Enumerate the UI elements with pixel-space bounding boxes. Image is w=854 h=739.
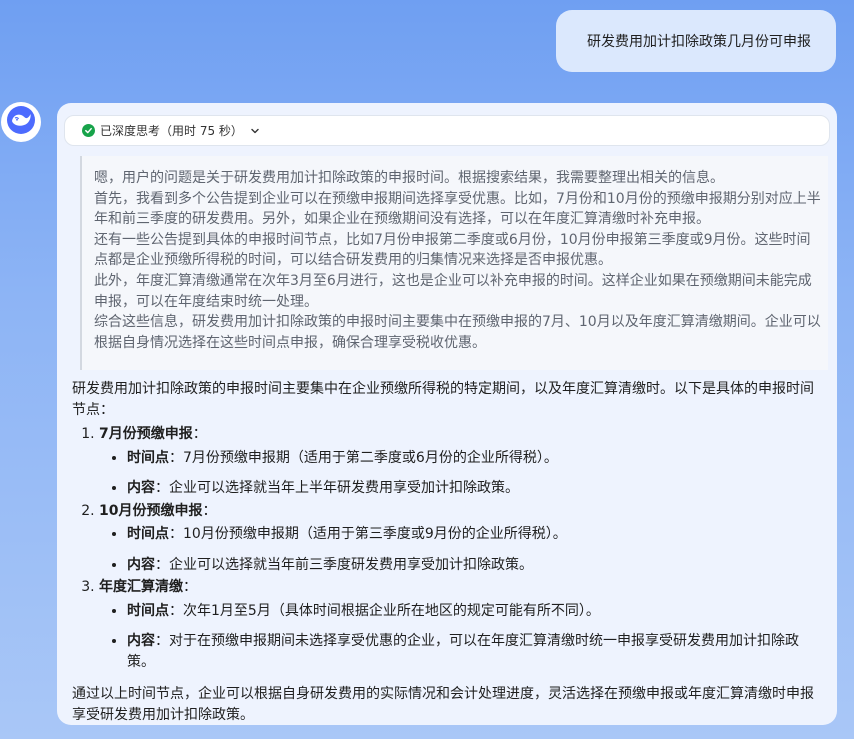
answer-closing: 通过以上时间节点，企业可以根据自身研发费用的实际情况和会计处理进度，灵活选择在预… bbox=[72, 686, 814, 723]
list-item: 年度汇算清缴： 时间点：次年1月至5月（具体时间根据企业所在地区的规定可能有所不… bbox=[99, 577, 820, 672]
sub-list: 时间点：7月份预缴申报期（适用于第二季度或6月份的企业所得税）。 内容：企业可以… bbox=[99, 448, 820, 499]
sub-list-item: 内容：企业可以选择就当年上半年研发费用享受加计扣除政策。 bbox=[127, 478, 820, 499]
sub-list-item: 时间点：10月份预缴申报期（适用于第三季度或9月份的企业所得税）。 bbox=[127, 524, 820, 545]
list-item: 7月份预缴申报： 时间点：7月份预缴申报期（适用于第二季度或6月份的企业所得税）… bbox=[99, 424, 820, 499]
reasoning-paragraph: 还有一些公告提到具体的申报时间节点，比如7月份申报第二季度或6月份，10月份申报… bbox=[94, 231, 811, 269]
list-item-title: 年度汇算清缴 bbox=[99, 579, 183, 595]
list-item: 10月份预缴申报： 时间点：10月份预缴申报期（适用于第三季度或9月份的企业所得… bbox=[99, 501, 820, 576]
reasoning-paragraph: 嗯，用户的问题是关于研发费用加计扣除政策的申报时间。根据搜索结果，我需要整理出相… bbox=[94, 170, 724, 186]
reasoning-paragraph: 首先，我看到多个公告提到企业可以在预缴申报期间选择享受优惠。比如，7月份和10月… bbox=[94, 190, 821, 228]
deep-think-toggle[interactable]: 已深度思考（用时 75 秒） bbox=[64, 115, 830, 146]
point-label: 时间点 bbox=[127, 526, 169, 542]
sub-list-item: 时间点：7月份预缴申报期（适用于第二季度或6月份的企业所得税）。 bbox=[127, 448, 820, 469]
answer-content: 研发费用加计扣除政策的申报时间主要集中在企业预缴所得税的特定期间，以及年度汇算清… bbox=[72, 379, 820, 725]
point-text: 次年1月至5月（具体时间根据企业所在地区的规定可能有所不同）。 bbox=[183, 602, 600, 619]
answer-intro: 研发费用加计扣除政策的申报时间主要集中在企业预缴所得税的特定期间，以及年度汇算清… bbox=[72, 381, 814, 418]
answer-list: 7月份预缴申报： 时间点：7月份预缴申报期（适用于第二季度或6月份的企业所得税）… bbox=[72, 424, 820, 672]
point-label: 时间点 bbox=[127, 449, 169, 466]
reasoning-paragraph: 综合这些信息，研发费用加计扣除政策的申报时间主要集中在预缴申报的7月、10月以及… bbox=[94, 314, 821, 351]
chevron-down-icon[interactable] bbox=[250, 126, 260, 136]
reasoning-content: 嗯，用户的问题是关于研发费用加计扣除政策的申报时间。根据搜索结果，我需要整理出相… bbox=[80, 156, 828, 370]
point-label: 内容 bbox=[127, 556, 155, 573]
sub-list: 时间点：10月份预缴申报期（适用于第三季度或9月份的企业所得税）。 内容：企业可… bbox=[99, 524, 820, 575]
sub-list-item: 内容：对于在预缴申报期间未选择享受优惠的企业，可以在年度汇算清缴时统一申报享受研… bbox=[127, 631, 820, 672]
point-text: 7月份预缴申报期（适用于第二季度或6月份的企业所得税）。 bbox=[183, 449, 558, 466]
sub-list-item: 内容：企业可以选择就当年前三季度研发费用享受加计扣除政策。 bbox=[127, 555, 820, 576]
point-text: 企业可以选择就当年前三季度研发费用享受加计扣除政策。 bbox=[169, 556, 533, 573]
assistant-avatar bbox=[1, 102, 41, 142]
sub-list-item: 时间点：次年1月至5月（具体时间根据企业所在地区的规定可能有所不同）。 bbox=[127, 601, 820, 622]
user-message-bubble: 研发费用加计扣除政策几月份可申报 bbox=[556, 10, 836, 72]
list-item-title: 10月份预缴申报 bbox=[99, 502, 203, 519]
reasoning-paragraph: 此外，年度汇算清缴通常在次年3月至6月进行，这也是企业可以补充申报的时间。这样企… bbox=[94, 272, 812, 310]
point-text: 对于在预缴申报期间未选择享受优惠的企业，可以在年度汇算清缴时统一申报享受研发费用… bbox=[127, 633, 799, 670]
deepseek-whale-icon bbox=[6, 105, 36, 139]
point-text: 10月份预缴申报期（适用于第三季度或9月份的企业所得税）。 bbox=[183, 526, 567, 542]
assistant-response-card: 已深度思考（用时 75 秒） 嗯，用户的问题是关于研发费用加计扣除政策的申报时间… bbox=[57, 103, 837, 725]
point-label: 内容 bbox=[127, 633, 155, 649]
point-label: 内容 bbox=[127, 480, 155, 496]
user-message-text: 研发费用加计扣除政策几月份可申报 bbox=[587, 34, 811, 50]
point-text: 企业可以选择就当年上半年研发费用享受加计扣除政策。 bbox=[169, 480, 519, 496]
point-label: 时间点 bbox=[127, 602, 169, 619]
sub-list: 时间点：次年1月至5月（具体时间根据企业所在地区的规定可能有所不同）。 内容：对… bbox=[99, 601, 820, 673]
list-item-title: 7月份预缴申报 bbox=[99, 426, 193, 442]
check-circle-icon bbox=[82, 124, 95, 137]
deep-think-status: 已深度思考（用时 75 秒） bbox=[100, 124, 243, 138]
